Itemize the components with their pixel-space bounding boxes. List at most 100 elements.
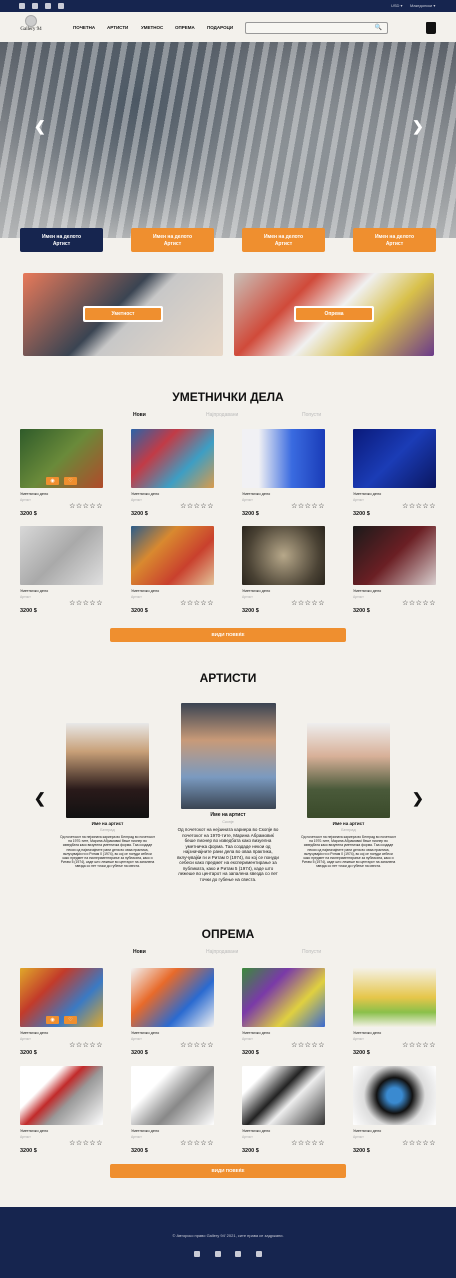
star-rating[interactable]: ☆☆☆☆☆ — [180, 1041, 214, 1049]
instagram-icon[interactable] — [19, 3, 25, 9]
product-image[interactable] — [131, 1066, 214, 1125]
search-icon[interactable]: 🔍 — [375, 24, 382, 31]
category-equipment-button[interactable]: Опрема — [296, 308, 372, 320]
star-rating[interactable]: ☆☆☆☆☆ — [402, 1041, 436, 1049]
product-image[interactable] — [353, 968, 436, 1027]
product-card[interactable]: Уметничко дело Артист 3200 $ ☆☆☆☆☆ — [20, 1066, 103, 1157]
product-card[interactable]: Уметничко дело Артист 3200 $ ☆☆☆☆☆ — [242, 968, 325, 1059]
product-image[interactable] — [131, 968, 214, 1027]
nav-gifts[interactable]: ПОДАРОЦИ — [207, 25, 233, 30]
category-art-button[interactable]: Уметност — [85, 308, 161, 320]
hero-next-arrow[interactable]: ❯ — [412, 118, 424, 135]
star-rating[interactable]: ☆☆☆☆☆ — [69, 502, 103, 510]
product-card[interactable]: Уметничко дело Артист 3200 $ ☆☆☆☆☆ — [242, 1066, 325, 1157]
product-card[interactable]: Уметничко дело Артист 3200 $ ☆☆☆☆☆ — [131, 968, 214, 1059]
artist-photo — [66, 723, 149, 818]
facebook-icon[interactable] — [32, 3, 38, 9]
product-image[interactable] — [242, 968, 325, 1027]
tab-new[interactable]: Нови — [133, 949, 146, 955]
star-rating[interactable]: ☆☆☆☆☆ — [402, 1139, 436, 1147]
nav-equipment[interactable]: ОПРЕМА — [175, 25, 195, 30]
language-select[interactable]: Македонски ▾ — [410, 3, 435, 8]
product-price: 3200 $ — [131, 511, 148, 517]
product-card[interactable]: Уметничко дело Артист 3200 $ ☆☆☆☆☆ — [131, 526, 214, 617]
star-rating[interactable]: ☆☆☆☆☆ — [291, 502, 325, 510]
slide-title: Имен на делото — [263, 234, 304, 240]
twitter-icon[interactable] — [235, 1251, 242, 1257]
product-image[interactable]: ◉ ♡ — [20, 429, 103, 488]
hero-prev-arrow[interactable]: ❮ — [34, 118, 46, 135]
artist-card[interactable]: Име на артист Скопје Од почетокот на неј… — [176, 703, 280, 882]
category-tile-art[interactable]: Уметност — [23, 273, 223, 356]
hero-slide-button[interactable]: Имен на делото Артист — [353, 228, 436, 252]
star-rating[interactable]: ☆☆☆☆☆ — [69, 599, 103, 607]
artworks-see-more-button[interactable]: ВИДИ ПОВЕЌЕ — [110, 628, 346, 642]
cart-icon[interactable]: ◉ — [46, 1016, 59, 1024]
artists-next-arrow[interactable]: ❯ — [412, 790, 424, 807]
favorite-icon[interactable]: ♡ — [64, 1016, 77, 1024]
star-rating[interactable]: ☆☆☆☆☆ — [69, 1041, 103, 1049]
product-image[interactable] — [242, 526, 325, 585]
shopping-bag-icon[interactable] — [426, 22, 436, 34]
pinterest-icon[interactable] — [58, 3, 64, 9]
hero-slide-button[interactable]: Имен на делото Артист — [20, 228, 103, 252]
product-name: Уметничко дело — [20, 589, 49, 593]
product-image[interactable] — [131, 526, 214, 585]
product-image[interactable] — [20, 526, 103, 585]
product-card[interactable]: Уметничко дело Артист 3200 $ ☆☆☆☆☆ — [242, 526, 325, 617]
product-image[interactable] — [242, 1066, 325, 1125]
cart-icon[interactable]: ◉ — [46, 477, 59, 485]
product-price: 3200 $ — [242, 608, 259, 614]
product-card[interactable]: Уметничко дело Артист 3200 $ ☆☆☆☆☆ — [242, 429, 325, 520]
equipment-see-more-button[interactable]: ВИДИ ПОВЕЌЕ — [110, 1164, 346, 1178]
star-rating[interactable]: ☆☆☆☆☆ — [69, 1139, 103, 1147]
artists-prev-arrow[interactable]: ❮ — [34, 790, 46, 807]
nav-artists[interactable]: АРТИСТИ — [107, 25, 128, 30]
star-rating[interactable]: ☆☆☆☆☆ — [180, 599, 214, 607]
favorite-icon[interactable]: ♡ — [64, 477, 77, 485]
product-card[interactable]: Уметничко дело Артист 3200 $ ☆☆☆☆☆ — [20, 526, 103, 617]
tab-discounts[interactable]: Попусти — [302, 949, 321, 955]
facebook-icon[interactable] — [214, 1251, 221, 1257]
product-card[interactable]: Уметничко дело Артист 3200 $ ☆☆☆☆☆ — [353, 968, 436, 1059]
product-image[interactable] — [131, 429, 214, 488]
tab-bestsellers[interactable]: Најпродавани — [206, 949, 238, 955]
pinterest-icon[interactable] — [255, 1251, 262, 1257]
tab-discounts[interactable]: Попусти — [302, 412, 321, 418]
search-input[interactable]: 🔍 — [245, 22, 388, 34]
star-rating[interactable]: ☆☆☆☆☆ — [291, 1139, 325, 1147]
product-card[interactable]: ◉ ♡ Уметничко дело Артист 3200 $ ☆☆☆☆☆ — [20, 429, 103, 520]
category-tile-equipment[interactable]: Опрема — [234, 273, 434, 356]
star-rating[interactable]: ☆☆☆☆☆ — [402, 502, 436, 510]
artist-card[interactable]: Име на артист Белград Од почетокот на не… — [60, 723, 155, 869]
product-card[interactable]: Уметничко дело Артист 3200 $ ☆☆☆☆☆ — [353, 429, 436, 520]
star-rating[interactable]: ☆☆☆☆☆ — [180, 502, 214, 510]
product-card[interactable]: Уметничко дело Артист 3200 $ ☆☆☆☆☆ — [353, 526, 436, 617]
hero-slide-button[interactable]: Имен на делото Артист — [131, 228, 214, 252]
star-rating[interactable]: ☆☆☆☆☆ — [291, 1041, 325, 1049]
product-image[interactable] — [20, 1066, 103, 1125]
artist-card[interactable]: Име на артист Белград Од почетокот на не… — [301, 723, 396, 869]
currency-select[interactable]: USD ▾ — [391, 3, 403, 8]
star-rating[interactable]: ☆☆☆☆☆ — [291, 599, 325, 607]
product-image[interactable] — [353, 1066, 436, 1125]
product-card[interactable]: Уметничко дело Артист 3200 $ ☆☆☆☆☆ — [353, 1066, 436, 1157]
logo[interactable]: Gallery 94 — [18, 15, 44, 39]
star-rating[interactable]: ☆☆☆☆☆ — [180, 1139, 214, 1147]
twitter-icon[interactable] — [45, 3, 51, 9]
product-card[interactable]: ◉ ♡ Уметничко дело Артист 3200 $ ☆☆☆☆☆ — [20, 968, 103, 1059]
star-rating[interactable]: ☆☆☆☆☆ — [402, 599, 436, 607]
product-card[interactable]: Уметничко дело Артист 3200 $ ☆☆☆☆☆ — [131, 429, 214, 520]
nav-home[interactable]: ПОЧЕТНА — [73, 25, 95, 30]
tab-new[interactable]: Нови — [133, 412, 146, 418]
product-image[interactable] — [353, 526, 436, 585]
product-image[interactable] — [242, 429, 325, 488]
instagram-icon[interactable] — [194, 1251, 201, 1257]
product-image[interactable]: ◉ ♡ — [20, 968, 103, 1027]
product-card[interactable]: Уметничко дело Артист 3200 $ ☆☆☆☆☆ — [131, 1066, 214, 1157]
artist-bio: Од почетокот на нејзината кариера во Бел… — [60, 835, 155, 869]
product-image[interactable] — [353, 429, 436, 488]
tab-bestsellers[interactable]: Најпродавани — [206, 412, 238, 418]
hero-slide-button[interactable]: Имен на делото Артист — [242, 228, 325, 252]
nav-art[interactable]: УМЕТНОС — [141, 25, 163, 30]
